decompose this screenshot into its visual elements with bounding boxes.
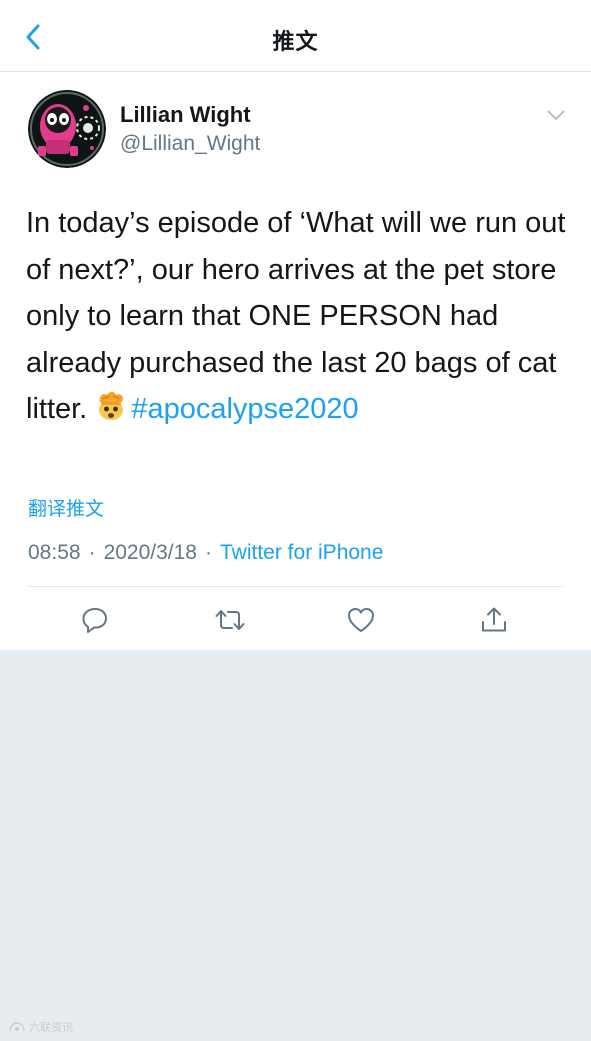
page-title: 推文 xyxy=(272,29,319,54)
watermark-logo-icon xyxy=(9,1022,25,1032)
avatar[interactable] xyxy=(28,90,106,168)
tweet-text: In today’s episode of ‘What will we run … xyxy=(26,200,571,433)
avatar-image xyxy=(28,90,106,168)
tweet-card: Lillian Wight @Lillian_Wight In today’s … xyxy=(0,72,591,650)
reply-icon xyxy=(82,608,107,633)
share-icon xyxy=(482,607,506,632)
reply-button[interactable] xyxy=(75,600,115,640)
divider xyxy=(28,586,563,587)
tweet-actions-bar xyxy=(0,600,591,640)
tweet-date: 2020/3/18 xyxy=(103,541,197,564)
user-handle[interactable]: @Lillian_Wight xyxy=(120,132,260,156)
tweet-time: 08:58 xyxy=(28,541,81,564)
top-nav-bar: 推文 xyxy=(0,0,591,72)
chevron-down-icon xyxy=(547,110,565,120)
watermark-text: 六联资讯 xyxy=(29,1022,73,1034)
display-name[interactable]: Lillian Wight xyxy=(120,102,251,128)
translate-tweet-link[interactable]: 翻译推文 xyxy=(28,494,104,521)
like-button[interactable] xyxy=(341,600,381,640)
meta-separator: · xyxy=(88,541,96,564)
tweet-source-link[interactable]: Twitter for iPhone xyxy=(220,541,383,564)
meta-separator: · xyxy=(205,541,212,564)
watermark: 六联资讯 xyxy=(8,1019,73,1035)
tweet-menu-button[interactable] xyxy=(540,102,572,128)
retweet-icon xyxy=(215,610,245,630)
tweet-meta: 08:58 · 2020/3/18 · Twitter for iPhone xyxy=(28,541,383,565)
exploding-head-emoji xyxy=(99,392,124,420)
share-button[interactable] xyxy=(474,600,514,640)
retweet-button[interactable] xyxy=(210,600,250,640)
hashtag-link[interactable]: #apocalypse2020 xyxy=(131,393,358,425)
heart-icon xyxy=(348,608,374,632)
